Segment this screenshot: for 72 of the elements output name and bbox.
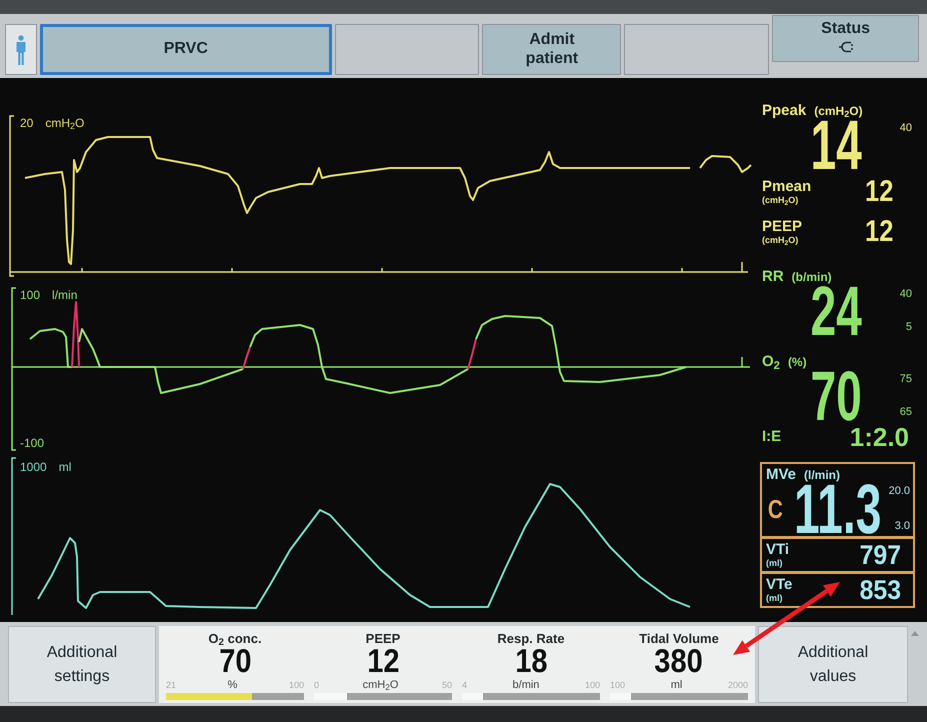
person-icon xyxy=(14,34,27,64)
action-button[interactable]: Admit patient xyxy=(482,24,622,75)
unit-label: (cmH$_{2}$O) xyxy=(762,235,798,245)
parameter-label: I:E xyxy=(762,427,782,447)
scale-minimum: 100 xyxy=(610,679,626,691)
measured-value: 70 xyxy=(810,370,862,422)
setting-value: 18 xyxy=(514,646,548,676)
measured-value: 797 xyxy=(860,543,901,567)
unit-label: (cmH$_{2}$O) xyxy=(814,104,863,119)
lower-limit: 5 xyxy=(906,321,912,334)
unit-label: (b/min) xyxy=(792,270,832,285)
unit-label: (ml) xyxy=(766,593,782,603)
measured-value: 24 xyxy=(810,285,862,337)
blank-button[interactable] xyxy=(334,24,480,75)
setting-value: 380 xyxy=(654,646,704,676)
upper-limit: 20.0 xyxy=(888,485,910,498)
setting-label: Tidal Volume xyxy=(639,631,719,646)
scale-maximum: 2000 xyxy=(728,679,748,691)
additional-values-button[interactable]: Additional values xyxy=(758,626,908,703)
parameter-label: MVe xyxy=(766,467,796,482)
setting-label: O$_{2}$ conc. xyxy=(208,631,262,646)
setting-value: 12 xyxy=(366,646,400,676)
scale-maximum: 100 xyxy=(584,679,600,691)
measured-value: 12 xyxy=(864,178,893,206)
measured-value: 1:2.0 xyxy=(850,426,909,448)
unit-label: b/min xyxy=(512,679,540,691)
scale-label: 100 xyxy=(20,288,40,302)
lower-limit: 65 xyxy=(900,406,912,419)
unit-label: cmH$_{2}$O xyxy=(45,116,84,130)
parameter-label: VTe xyxy=(766,577,792,593)
parameter-label: Ppeak xyxy=(762,103,806,118)
setting-value: 70 xyxy=(218,646,252,676)
status-button[interactable]: Status xyxy=(772,15,920,62)
mode-button[interactable]: PRVC xyxy=(40,24,332,75)
parameter-label: O$_{2}$ xyxy=(762,354,780,369)
status-letter: C xyxy=(768,497,783,521)
scale-label: 1000 xyxy=(20,460,47,474)
lower-limit: 3.0 xyxy=(894,520,910,533)
unit-label: l/min xyxy=(52,288,78,302)
upper-limit: 40 xyxy=(900,288,912,301)
scale-minimum: 4 xyxy=(462,679,468,691)
upper-limit: 75 xyxy=(900,373,912,386)
plug-icon xyxy=(838,41,853,54)
parameter-label: PEEP xyxy=(762,219,802,235)
unit-label: (l/min) xyxy=(804,468,840,483)
scale-maximum: 50 xyxy=(442,679,452,691)
measured-value: 12 xyxy=(864,218,893,246)
setting-label: Resp. Rate xyxy=(497,631,565,646)
setting-label: PEEP xyxy=(366,631,400,646)
patient-button[interactable] xyxy=(5,24,37,75)
scale-maximum: 100 xyxy=(288,679,304,691)
unit-label: ml xyxy=(670,679,682,691)
scale-minimum: 21 xyxy=(166,679,176,691)
upper-limit: 40 xyxy=(900,122,912,135)
caret-icon xyxy=(911,631,919,636)
parameter-label: Pmean xyxy=(762,179,812,195)
scale-label: 20 xyxy=(20,116,34,130)
blank-button[interactable] xyxy=(624,24,770,75)
measured-value: 14 xyxy=(810,119,862,171)
unit-label: (%) xyxy=(788,355,807,370)
additional-settings-button[interactable]: Additional settings xyxy=(8,626,156,703)
parameter-label: VTi xyxy=(766,542,790,558)
unit-label: % xyxy=(228,679,238,691)
parameter-label: RR xyxy=(762,269,784,284)
scale-label: -100 xyxy=(20,436,44,450)
measured-value: 853 xyxy=(860,578,901,602)
unit-label: (ml) xyxy=(766,558,782,568)
unit-label: (cmH$_{2}$O) xyxy=(762,195,798,205)
measured-value: 11.3 xyxy=(794,483,881,535)
unit-label: ml xyxy=(58,460,72,474)
scale-minimum: 0 xyxy=(314,679,320,691)
unit-label: cmH$_{2}$O xyxy=(362,679,398,691)
